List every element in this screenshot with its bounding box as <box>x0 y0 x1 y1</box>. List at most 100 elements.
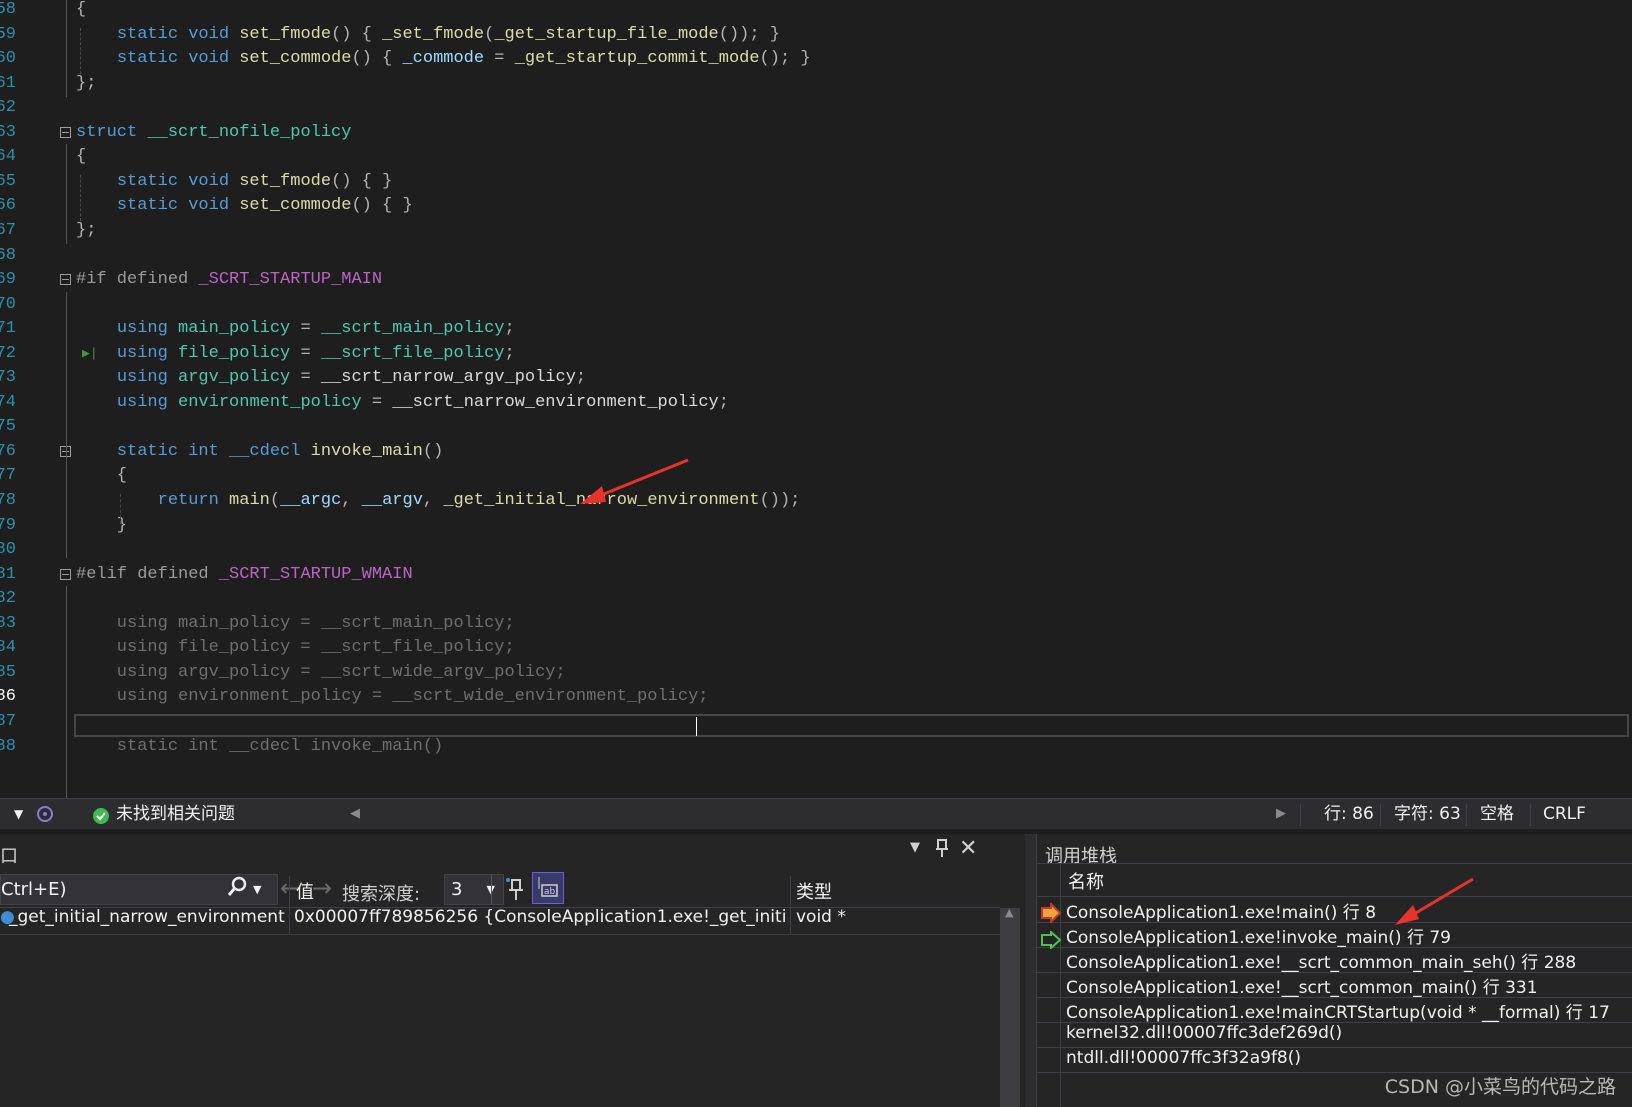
scroll-left-icon[interactable]: ◀ <box>350 799 360 829</box>
code-line: 80 <box>0 537 1632 562</box>
line-number: 88 <box>0 736 16 756</box>
line-number: 85 <box>0 662 16 682</box>
line-number: 72 <box>0 343 16 363</box>
code-line: 67}; <box>0 218 1632 243</box>
code-line: 61}; <box>0 71 1632 96</box>
indent-guide <box>66 144 67 244</box>
fold-collapse-icon[interactable] <box>60 568 71 580</box>
annotation-arrow <box>580 458 689 504</box>
variable-name[interactable]: _get_initial_narrow_environment <box>9 907 285 927</box>
text-visualizer-icon[interactable]: ab <box>532 872 564 904</box>
code-line: 63 struct __scrt_nofile_policy <box>0 120 1632 145</box>
line-ending-indicator[interactable]: CRLF <box>1543 799 1586 829</box>
call-stack-frame[interactable]: kernel32.dll!00007ffc3def269d() <box>1066 1023 1342 1043</box>
line-number: 78 <box>0 491 16 510</box>
indent-guide <box>66 0 67 97</box>
call-stack-frame[interactable]: ConsoleApplication1.exe!__scrt_common_ma… <box>1066 948 1576 973</box>
column-header-value[interactable]: 值 <box>296 878 314 904</box>
code-line: 58 { <box>0 0 1632 22</box>
line-indicator[interactable]: 行: 86 <box>1324 799 1374 829</box>
code-text: }; <box>76 220 97 240</box>
column-indicator[interactable]: 字符: 63 <box>1394 799 1461 829</box>
line-number: 75 <box>0 417 16 437</box>
line-number: 83 <box>0 613 16 633</box>
issues-status[interactable]: 未找到相关问题 <box>116 799 235 829</box>
indent-guide <box>80 175 81 221</box>
code-line: 74 using environment_policy = __scrt_nar… <box>0 390 1632 415</box>
code-line: 79 } <box>0 513 1632 538</box>
code-line: 85 using argv_policy = __scrt_wide_argv_… <box>0 660 1632 685</box>
line-number: 84 <box>0 638 16 658</box>
editor-status-bar: ▼ 未找到相关问题 ◀ ▶ 行: 86 字符: 63 空格 CRLF <box>0 798 1632 829</box>
indent-guide <box>66 292 67 558</box>
search-icon[interactable] <box>227 876 247 907</box>
code-text: using main_policy = __scrt_main_policy; <box>116 319 515 339</box>
code-text: static void set_commode() { } <box>116 196 413 216</box>
code-line: 82 <box>0 586 1632 611</box>
call-stack-frame[interactable]: ntdll.dll!00007ffc3f32a9f8() <box>1066 1048 1301 1068</box>
search-input-text: Ctrl+E) <box>1 879 67 900</box>
code-line: 81 #elif defined _SCRT_STARTUP_WMAIN <box>0 562 1632 587</box>
forward-arrow-icon[interactable]: → <box>312 874 332 902</box>
code-line: 71 using main_policy = __scrt_main_polic… <box>0 316 1632 341</box>
scroll-up-icon[interactable]: ▲ <box>1005 906 1013 919</box>
line-number: 79 <box>0 515 16 535</box>
code-text: { <box>76 466 128 486</box>
line-number: 81 <box>0 564 16 584</box>
scroll-right-icon[interactable]: ▶ <box>1276 799 1286 829</box>
whitespace-indicator[interactable]: 空格 <box>1480 799 1514 829</box>
indent-guide <box>80 28 81 74</box>
vertical-scrollbar[interactable]: ▲ <box>1000 906 1020 1107</box>
line-number: 66 <box>0 196 16 216</box>
variable-value[interactable]: 0x00007ff789856256 {ConsoleApplication1.… <box>294 907 786 927</box>
code-editor[interactable]: 58 {59 static void set_fmode() { _set_fmo… <box>0 0 1632 798</box>
column-header-type[interactable]: 类型 <box>796 878 832 904</box>
search-depth-select[interactable]: 3 ▼ <box>444 874 504 905</box>
variable-type[interactable]: void * <box>796 907 846 927</box>
indent-guide <box>120 494 121 524</box>
call-stack-frame[interactable]: ConsoleApplication1.exe!__scrt_common_ma… <box>1066 973 1538 998</box>
line-number: 58 <box>0 0 16 19</box>
call-stack-frame[interactable]: ConsoleApplication1.exe!invoke_main() 行 … <box>1066 923 1451 948</box>
close-icon[interactable]: ✕ <box>959 836 977 861</box>
return-arrow-icon <box>1040 929 1062 953</box>
code-line: 87 <box>0 709 1632 734</box>
chevron-down-icon[interactable]: ▼ <box>253 875 261 904</box>
column-header-name[interactable]: 名称 <box>1068 868 1104 894</box>
call-stack-frame[interactable]: ConsoleApplication1.exe!mainCRTStartup(v… <box>1066 998 1610 1023</box>
fold-collapse-icon[interactable] <box>60 274 71 286</box>
code-text: using argv_policy = __scrt_narrow_argv_p… <box>116 368 587 388</box>
code-line: 68 <box>0 243 1632 268</box>
code-line: 73 using argv_policy = __scrt_narrow_arg… <box>0 365 1632 390</box>
code-text: using main_policy = __scrt_main_policy; <box>76 613 515 633</box>
pin-icon[interactable] <box>934 838 950 863</box>
line-number: 65 <box>0 171 16 191</box>
line-number: 69 <box>0 270 16 290</box>
search-depth-value: 3 <box>451 879 463 900</box>
code-line: 75 <box>0 414 1632 439</box>
chevron-down-icon[interactable]: ▼ <box>910 840 920 855</box>
code-line: 86 using environment_policy = __scrt_wid… <box>0 684 1632 709</box>
call-stack-title: 调用堆栈 <box>1045 846 1117 867</box>
code-text: return main(__argc, __argv, _get_initial… <box>157 491 801 510</box>
code-line: 65 static void set_fmode() { } <box>0 169 1632 194</box>
indent-guide <box>66 586 67 798</box>
line-number: 76 <box>0 441 16 461</box>
text-caret <box>696 717 697 736</box>
chevron-down-icon[interactable]: ▼ <box>14 799 23 829</box>
code-text: using file_policy = __scrt_file_policy; <box>76 638 515 658</box>
line-number: 64 <box>0 147 16 167</box>
watermark: CSDN @小菜鸟的代码之路 <box>1384 1076 1616 1098</box>
line-number: 67 <box>0 220 16 240</box>
search-input[interactable]: Ctrl+E) ▼ <box>0 874 278 905</box>
line-number: 62 <box>0 98 16 118</box>
pin-watch-icon[interactable] <box>504 876 526 907</box>
call-stack-frame[interactable]: ConsoleApplication1.exe!main() 行 8 <box>1066 898 1376 923</box>
code-line: 76 static int __cdecl invoke_main() <box>0 439 1632 464</box>
line-number: 61 <box>0 73 16 93</box>
fold-collapse-icon[interactable] <box>60 126 71 138</box>
search-depth-label: 搜索深度: <box>342 884 421 905</box>
panel-splitter[interactable] <box>1025 834 1036 1107</box>
copilot-icon[interactable] <box>36 803 54 833</box>
code-text: static int __cdecl invoke_main() <box>116 441 444 461</box>
